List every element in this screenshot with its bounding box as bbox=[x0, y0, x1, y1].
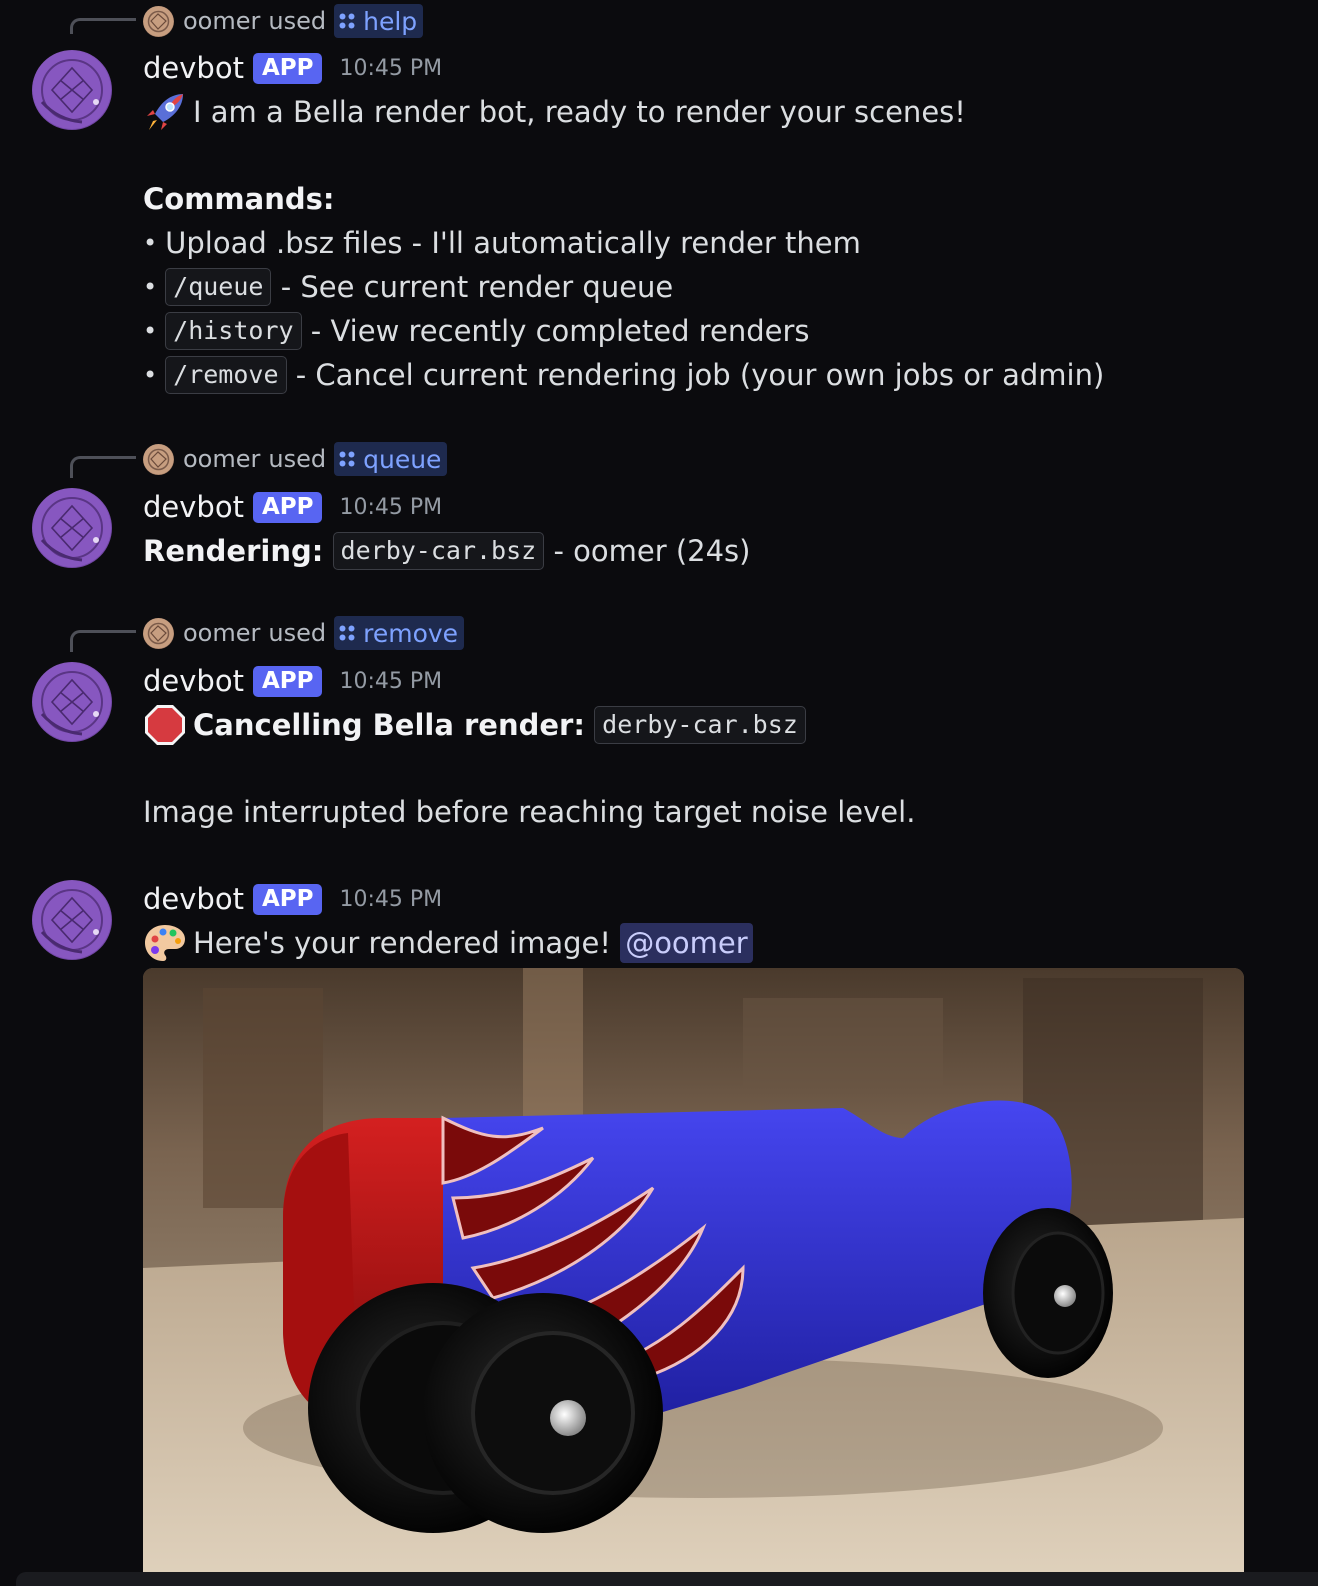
slash-command-name: queue bbox=[363, 444, 442, 474]
bullet: • bbox=[143, 229, 158, 257]
reply-connector bbox=[70, 456, 136, 478]
reply-username[interactable]: oomer bbox=[183, 7, 260, 35]
app-command-icon bbox=[338, 624, 356, 642]
reply-used-label: used bbox=[268, 619, 327, 647]
intro-text: I am a Bella render bot, ready to render… bbox=[193, 95, 966, 129]
app-badge: APP bbox=[252, 491, 323, 523]
slash-command-chip[interactable]: help bbox=[334, 4, 424, 38]
command-item-text: Upload .bsz files - I'll automatically r… bbox=[165, 226, 861, 260]
reply-used-label: used bbox=[268, 7, 327, 35]
rendered-text: Here's your rendered image! bbox=[193, 926, 611, 960]
user-avatar-small[interactable] bbox=[143, 443, 174, 475]
message-header: devbot APP 10:45 PM bbox=[143, 879, 442, 919]
bullet: • bbox=[143, 317, 158, 345]
reply-context[interactable]: oomer used queue bbox=[143, 442, 448, 476]
command-item: • /remove - Cancel current rendering job… bbox=[143, 353, 1104, 397]
command-item: • Upload .bsz files - I'll automatically… bbox=[143, 221, 861, 265]
reply-context[interactable]: oomer used help bbox=[143, 4, 424, 38]
rendered-derby-car-image[interactable] bbox=[143, 968, 1244, 1586]
message-header: devbot APP 10:45 PM bbox=[143, 487, 442, 527]
reply-username[interactable]: oomer bbox=[183, 445, 260, 473]
command-item-text: - View recently completed renders bbox=[310, 314, 810, 348]
rendered-line: Here's your rendered image! @oomer bbox=[143, 921, 753, 965]
app-badge: APP bbox=[252, 52, 323, 84]
rendering-suffix: - oomer (24s) bbox=[553, 534, 751, 568]
bot-avatar[interactable] bbox=[32, 662, 112, 742]
bullet: • bbox=[143, 273, 158, 301]
bot-avatar[interactable] bbox=[32, 488, 112, 568]
author-name[interactable]: devbot bbox=[143, 490, 244, 524]
inline-code: /history bbox=[165, 312, 302, 350]
slash-command-name: help bbox=[363, 6, 418, 36]
slash-command-chip[interactable]: remove bbox=[334, 616, 465, 650]
reply-used-label: used bbox=[268, 445, 327, 473]
message-timestamp[interactable]: 10:45 PM bbox=[339, 887, 442, 912]
slash-command-chip[interactable]: queue bbox=[334, 442, 448, 476]
message-header: devbot APP 10:45 PM bbox=[143, 661, 442, 701]
reply-connector bbox=[70, 18, 136, 34]
artist-palette-emoji bbox=[143, 921, 187, 965]
intro-line: I am a Bella render bot, ready to render… bbox=[143, 90, 966, 134]
cancel-label: Cancelling Bella render: bbox=[193, 708, 585, 742]
slash-command-name: remove bbox=[363, 618, 459, 648]
rendering-status-line: Rendering: derby-car.bsz - oomer (24s) bbox=[143, 529, 750, 573]
message-timestamp[interactable]: 10:45 PM bbox=[339, 669, 442, 694]
cancel-status-line: Cancelling Bella render: derby-car.bsz bbox=[143, 703, 806, 747]
derby-car-render bbox=[143, 968, 1244, 1586]
app-badge: APP bbox=[252, 665, 323, 697]
reply-context[interactable]: oomer used remove bbox=[143, 616, 465, 650]
message-feed: oomer used help devbot APP 10:45 PM I am… bbox=[0, 0, 1318, 1586]
author-name[interactable]: devbot bbox=[143, 51, 244, 85]
commands-heading: Commands: bbox=[143, 182, 335, 216]
app-command-icon bbox=[338, 12, 356, 30]
user-avatar-small[interactable] bbox=[143, 5, 174, 37]
bot-avatar[interactable] bbox=[32, 880, 112, 960]
author-name[interactable]: devbot bbox=[143, 664, 244, 698]
inline-code-filename: derby-car.bsz bbox=[332, 532, 545, 570]
user-mention[interactable]: @oomer bbox=[620, 923, 753, 963]
app-command-icon bbox=[338, 450, 356, 468]
bullet: • bbox=[143, 361, 158, 389]
command-item: • /history - View recently completed ren… bbox=[143, 309, 810, 353]
bot-avatar[interactable] bbox=[32, 50, 112, 130]
interrupt-note: Image interrupted before reaching target… bbox=[143, 795, 916, 829]
rendering-label: Rendering: bbox=[143, 534, 324, 568]
app-badge: APP bbox=[252, 883, 323, 915]
command-item-text: - Cancel current rendering job (your own… bbox=[295, 358, 1105, 392]
reply-username[interactable]: oomer bbox=[183, 619, 260, 647]
inline-code: /remove bbox=[165, 356, 287, 394]
rocket-emoji bbox=[143, 90, 187, 134]
author-name[interactable]: devbot bbox=[143, 882, 244, 916]
message-timestamp[interactable]: 10:45 PM bbox=[339, 56, 442, 81]
reply-connector bbox=[70, 630, 136, 652]
composer-edge bbox=[16, 1572, 1318, 1586]
stop-sign-emoji bbox=[143, 703, 187, 747]
user-avatar-small[interactable] bbox=[143, 617, 174, 649]
message-header: devbot APP 10:45 PM bbox=[143, 48, 442, 88]
inline-code: /queue bbox=[165, 268, 272, 306]
command-item: • /queue - See current render queue bbox=[143, 265, 673, 309]
inline-code-filename: derby-car.bsz bbox=[594, 706, 806, 744]
message-timestamp[interactable]: 10:45 PM bbox=[339, 495, 442, 520]
command-item-text: - See current render queue bbox=[280, 270, 674, 304]
